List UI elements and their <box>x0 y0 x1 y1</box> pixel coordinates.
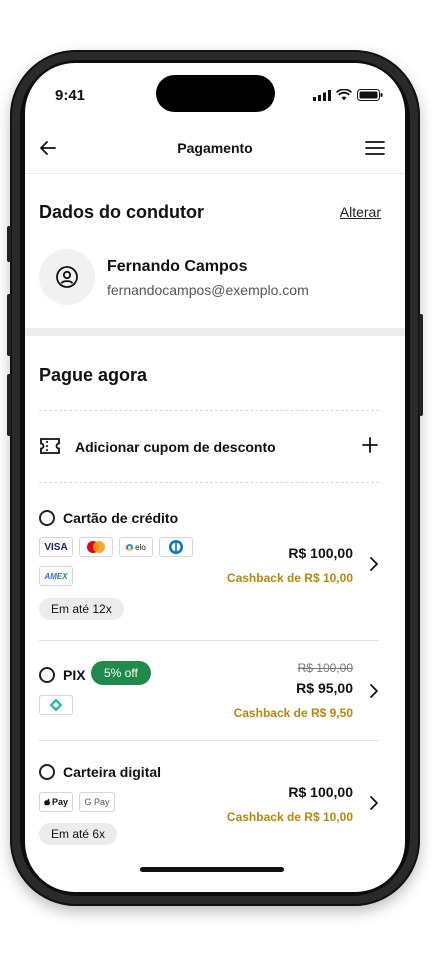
dashed-divider <box>39 410 379 411</box>
signal-icon <box>313 89 331 101</box>
elo-ring-icon <box>126 543 134 551</box>
pix-old-price: R$ 100,00 <box>297 661 353 675</box>
user-avatar-icon <box>56 266 78 288</box>
digital-wallet-price: R$ 100,00 <box>288 784 353 800</box>
method-divider <box>39 740 379 741</box>
elo-logo-text: elo <box>135 542 146 552</box>
radio-credit-card[interactable] <box>39 510 55 526</box>
credit-card-cashback: Cashback de R$ 10,00 <box>226 571 353 585</box>
silent-switch <box>7 226 11 262</box>
battery-icon <box>357 89 383 101</box>
status-time: 9:41 <box>55 87 86 104</box>
section-divider <box>25 328 405 336</box>
chevron-right-icon[interactable] <box>369 796 379 810</box>
digital-wallet-cashback: Cashback de R$ 10,00 <box>226 810 353 824</box>
google-pay-logo: G Pay <box>79 792 115 812</box>
elo-logo: elo <box>119 537 153 557</box>
apple-pay-text: Pay <box>51 797 68 807</box>
method-divider <box>39 640 379 641</box>
pay-section-title: Pague agora <box>39 365 148 385</box>
driver-email: fernandocampos@exemplo.com <box>107 282 309 298</box>
pix-cashback: Cashback de R$ 9,50 <box>233 706 353 720</box>
page-title: Pagamento <box>177 140 253 156</box>
driver-name: Fernando Campos <box>107 258 248 275</box>
mastercard-icon <box>87 541 105 553</box>
plus-icon[interactable] <box>361 436 379 454</box>
diners-logo <box>159 537 193 557</box>
volume-up-button <box>7 294 11 356</box>
hamburger-menu-icon[interactable] <box>365 139 385 157</box>
add-coupon-button[interactable]: Adicionar cupom de desconto <box>75 439 276 455</box>
apple-icon <box>44 797 51 805</box>
visa-logo: VISA <box>39 537 73 557</box>
apple-pay-logo: Pay <box>39 792 73 812</box>
driver-section-title: Dados do condutor <box>39 202 204 222</box>
digital-wallet-label: Carteira digital <box>63 764 162 780</box>
diners-icon <box>169 540 183 554</box>
wifi-icon <box>336 89 352 101</box>
pix-icon <box>49 698 63 712</box>
power-button <box>419 314 423 416</box>
home-indicator[interactable] <box>140 867 284 872</box>
status-icons <box>313 89 383 101</box>
credit-card-label: Cartão de crédito <box>63 510 179 526</box>
radio-digital-wallet[interactable] <box>39 764 55 780</box>
status-bar: 9:41 <box>25 63 405 123</box>
discount-badge: 5% off <box>91 661 151 685</box>
installments-chip: Em até 6x <box>39 823 118 845</box>
amex-logo: AMEX <box>39 566 73 586</box>
dynamic-island <box>156 75 275 112</box>
volume-down-button <box>7 374 11 436</box>
chevron-right-icon[interactable] <box>369 557 379 571</box>
pix-price: R$ 95,00 <box>296 680 353 696</box>
chevron-right-icon[interactable] <box>369 684 379 698</box>
credit-card-price: R$ 100,00 <box>288 545 353 561</box>
app-screen: 9:41 Pagamento Dados do condutor Alterar… <box>25 63 405 892</box>
mastercard-logo <box>79 537 113 557</box>
pix-logo <box>39 695 73 715</box>
coupon-ticket-icon <box>40 438 60 454</box>
avatar <box>39 249 95 305</box>
radio-pix[interactable] <box>39 667 55 683</box>
dashed-divider <box>39 482 379 483</box>
pix-label: PIX <box>63 667 86 683</box>
installments-chip: Em até 12x <box>39 598 124 620</box>
header-bar: Pagamento <box>25 123 405 174</box>
change-driver-link[interactable]: Alterar <box>340 204 381 220</box>
